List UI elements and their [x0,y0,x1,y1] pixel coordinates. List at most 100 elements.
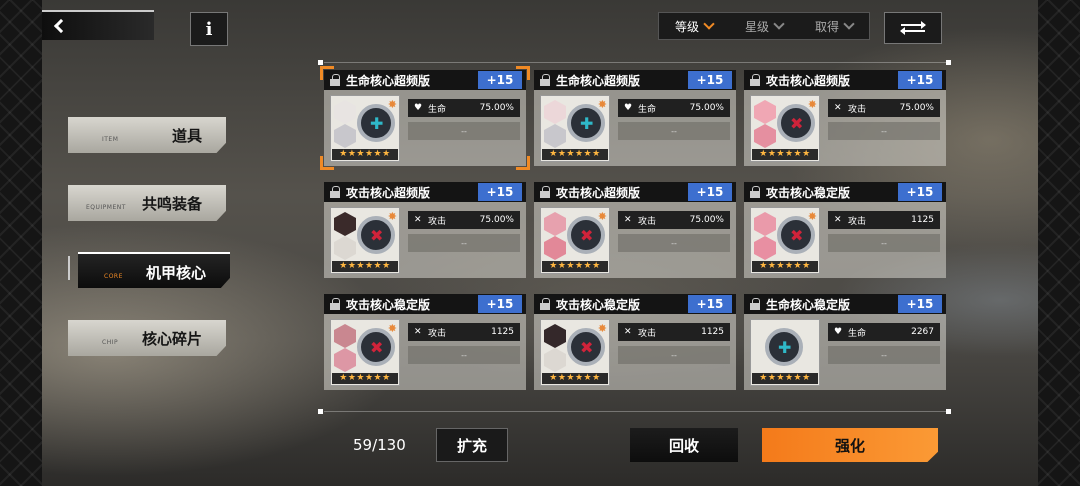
card-header: 攻击核心超频版 +15 [744,70,946,90]
attack-mark-icon: ✖ [790,226,804,245]
sort-order-button[interactable] [884,12,942,44]
card-header: 攻击核心超频版 +15 [324,182,526,202]
pilot-avatar [754,236,776,260]
lock-icon[interactable] [330,298,340,310]
level-badge: +15 [478,183,522,201]
sub-stat-empty: -- [828,122,940,140]
core-card[interactable]: 攻击核心稳定版 +15 ✖ ✸ ★★★★★★ ✕ 攻击 1125 -- [744,182,946,278]
sub-stat-empty: -- [828,234,940,252]
pilot-avatar [754,100,776,124]
frame-corner [318,60,323,65]
right-edge-pattern [1038,0,1080,486]
core-card[interactable]: 攻击核心超频版 +15 ✖ ✸ ★★★★★★ ✕ 攻击 75.00% -- [324,182,526,278]
attack-mark-icon: ✖ [580,338,594,357]
main-stat: ✕ 攻击 1125 [618,323,730,341]
chevron-down-icon [703,17,715,30]
expand-button[interactable]: 扩充 [436,428,508,462]
tab-item[interactable]: ITEM 道具 [68,117,226,153]
level-badge: +15 [898,183,942,201]
stat-value: 75.00% [689,103,724,113]
main-stat: ✕ 攻击 75.00% [828,99,940,117]
lock-icon[interactable] [540,186,550,198]
card-header: 生命核心超频版 +15 [324,70,526,90]
core-card[interactable]: 生命核心稳定版 +15 ✚ ★★★★★★ ♥ 生命 2267 -- [744,294,946,390]
core-emblem-icon: ✚ [765,328,803,366]
sparkle-icon: ✸ [807,210,817,223]
info-button[interactable]: i [190,12,228,46]
main-stat: ✕ 攻击 1125 [408,323,520,341]
main-stat: ✕ 攻击 75.00% [408,211,520,229]
tab-en-label: CORE [104,273,123,280]
lock-icon[interactable] [330,186,340,198]
core-name: 生命核心超频版 [556,73,641,88]
core-card[interactable]: 生命核心超频版 +15 ✚ ✸ ★★★★★★ ♥ 生命 75.00% -- [320,66,530,170]
stat-value: 75.00% [479,103,514,113]
level-badge: +15 [478,295,522,313]
sort-by-star[interactable]: 星级 [745,17,785,35]
sub-stat-empty: -- [408,234,520,252]
card-header: 攻击核心稳定版 +15 [534,294,736,314]
recycle-button[interactable]: 回收 [630,428,738,462]
star-rating: ★★★★★★ [542,261,608,272]
tab-core[interactable]: CORE 机甲核心 [78,252,230,288]
tab-equipment[interactable]: EQUIPMENT 共鸣装备 [68,185,226,221]
stat-value: 1125 [491,327,514,337]
core-name: 攻击核心超频版 [346,185,431,200]
core-portrait: ✖ ✸ ★★★★★★ [330,207,400,274]
selection-corner [320,66,334,80]
level-badge: +15 [688,295,732,313]
pilot-avatar [544,324,566,348]
pilot-avatar [334,212,356,236]
crossed-swords-icon: ✕ [624,215,632,225]
star-rating: ★★★★★★ [332,261,398,272]
level-badge: +15 [898,71,942,89]
star-rating: ★★★★★★ [542,149,608,160]
enhance-button[interactable]: 强化 [762,428,938,462]
pilot-avatar [544,100,566,124]
tab-en-label: CHIP [102,339,119,346]
stat-name: 生命 [848,328,867,339]
lock-icon[interactable] [540,298,550,310]
crossed-swords-icon: ✕ [414,215,422,225]
inventory-count: 59/130 [353,436,406,454]
lock-icon[interactable] [750,186,760,198]
pilot-avatar [334,124,356,148]
frame-line [324,411,946,412]
core-name: 攻击核心稳定版 [346,297,431,312]
core-card[interactable]: 攻击核心稳定版 +15 ✖ ✸ ★★★★★★ ✕ 攻击 1125 -- [534,294,736,390]
stat-name: 攻击 [848,216,867,227]
tab-chip[interactable]: CHIP 核心碎片 [68,320,226,356]
sort-by-acquired[interactable]: 取得 [815,17,855,35]
core-name: 生命核心超频版 [346,73,431,88]
core-portrait: ✚ ✸ ★★★★★★ [540,95,610,162]
chevron-down-icon [773,17,785,30]
lock-icon[interactable] [540,74,550,86]
tab-label: 核心碎片 [141,330,202,348]
lock-icon[interactable] [750,74,760,86]
core-name: 攻击核心稳定版 [766,185,851,200]
core-card[interactable]: 攻击核心稳定版 +15 ✖ ✸ ★★★★★★ ✕ 攻击 1125 -- [324,294,526,390]
main-stat: ♥ 生命 2267 [828,323,940,341]
core-card[interactable]: 攻击核心超频版 +15 ✖ ✸ ★★★★★★ ✕ 攻击 75.00% -- [534,182,736,278]
sort-by-level[interactable]: 等级 [675,17,715,35]
back-button[interactable] [42,10,154,40]
pilot-avatar [544,348,566,372]
tab-en-label: ITEM [102,136,119,143]
tab-label: 道具 [171,127,202,145]
core-card[interactable]: 攻击核心超频版 +15 ✖ ✸ ★★★★★★ ✕ 攻击 75.00% -- [744,70,946,166]
core-portrait: ✖ ✸ ★★★★★★ [540,207,610,274]
core-card[interactable]: 生命核心超频版 +15 ✚ ✸ ★★★★★★ ♥ 生命 75.00% -- [534,70,736,166]
lock-icon[interactable] [750,298,760,310]
core-grid: 生命核心超频版 +15 ✚ ✸ ★★★★★★ ♥ 生命 75.00% -- 生命… [320,66,946,390]
info-icon: i [205,18,213,40]
tab-label: 机甲核心 [145,264,206,282]
star-rating: ★★★★★★ [332,149,398,160]
pilot-avatar [334,100,356,124]
crossed-swords-icon: ✕ [624,327,632,337]
sub-stat-empty: -- [408,346,520,364]
attack-mark-icon: ✖ [370,226,384,245]
heart-icon: ♥ [414,103,423,113]
attack-mark-icon: ✖ [580,226,594,245]
sort-bar: 等级 星级 取得 [658,12,870,40]
level-badge: +15 [688,183,732,201]
